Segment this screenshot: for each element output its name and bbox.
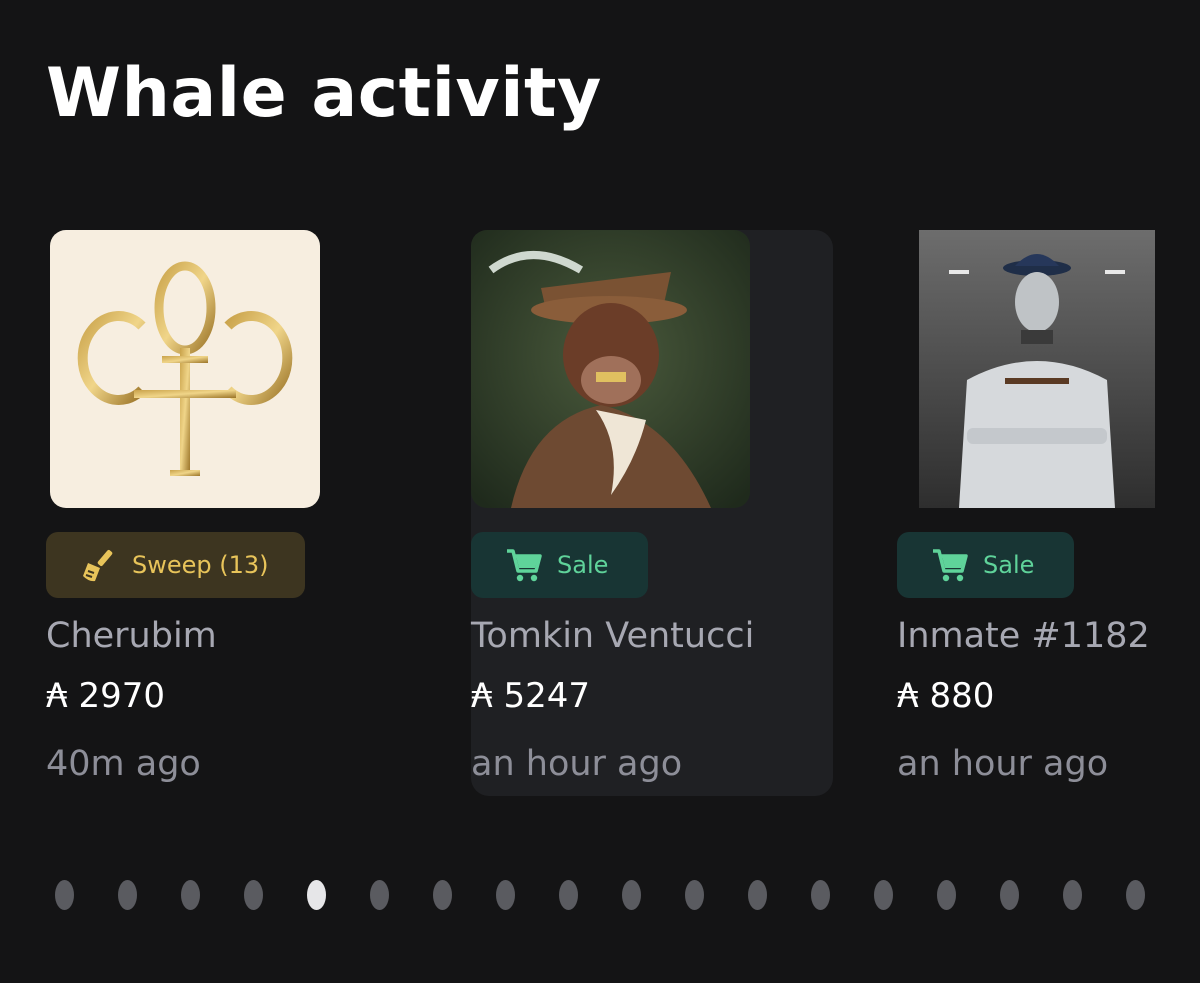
pagination-dot[interactable]	[181, 880, 200, 910]
page-title: Whale activity	[46, 54, 602, 133]
pagination-dot[interactable]	[1126, 880, 1145, 910]
pagination-dot[interactable]	[874, 880, 893, 910]
pagination-dot[interactable]	[811, 880, 830, 910]
pagination-dot[interactable]	[1063, 880, 1082, 910]
pagination-dot[interactable]	[685, 880, 704, 910]
nft-name[interactable]: Tomkin Ventucci	[471, 616, 754, 656]
activity-card-inmate-1182[interactable]: Sale Inmate #1182 ₳ 880 an hour ago	[897, 230, 1200, 796]
pagination-dot[interactable]	[622, 880, 641, 910]
pagination-dot[interactable]	[370, 880, 389, 910]
price-value: ₳ 5247	[471, 676, 590, 716]
price-value: ₳ 880	[897, 676, 995, 716]
pagination-dot[interactable]	[496, 880, 515, 910]
badge-label: Sweep (13)	[132, 551, 269, 579]
ape-portrait-image	[471, 230, 750, 508]
pagination-dot[interactable]	[559, 880, 578, 910]
badge-label: Sale	[983, 551, 1035, 579]
pagination-dot[interactable]	[748, 880, 767, 910]
sale-badge: Sale	[897, 532, 1074, 598]
activity-card-tomkin-ventucci[interactable]: Sale Tomkin Ventucci ₳ 5247 an hour ago	[471, 230, 833, 796]
nft-thumbnail-inmate-1182[interactable]	[919, 230, 1155, 508]
timestamp: an hour ago	[897, 744, 1109, 784]
pagination-dot[interactable]	[307, 880, 326, 910]
pagination-dot[interactable]	[433, 880, 452, 910]
whale-activity-screen: Whale activity Sweep (13) Cherubim ₳ 297…	[0, 0, 1200, 983]
sweep-badge: Sweep (13)	[46, 532, 305, 598]
nft-thumbnail-cherubim[interactable]	[50, 230, 320, 508]
pagination-dot[interactable]	[55, 880, 74, 910]
price-value: ₳ 2970	[46, 676, 165, 716]
nft-name[interactable]: Inmate #1182	[897, 616, 1150, 656]
timestamp: an hour ago	[471, 744, 683, 784]
timestamp: 40m ago	[46, 744, 201, 784]
broom-icon	[80, 546, 118, 584]
cart-icon	[931, 546, 969, 584]
pagination-dot[interactable]	[937, 880, 956, 910]
sale-badge: Sale	[471, 532, 648, 598]
nft-name[interactable]: Cherubim	[46, 616, 217, 656]
badge-label: Sale	[557, 551, 609, 579]
pagination-dot[interactable]	[1000, 880, 1019, 910]
cherubim-logo-image	[50, 230, 320, 508]
pagination-dot[interactable]	[118, 880, 137, 910]
inmate-portrait-image	[919, 230, 1155, 508]
pagination-dot[interactable]	[244, 880, 263, 910]
cart-icon	[505, 546, 543, 584]
activity-card-cherubim[interactable]: Sweep (13) Cherubim ₳ 2970 40m ago	[46, 230, 408, 796]
nft-thumbnail-tomkin-ventucci[interactable]	[471, 230, 750, 508]
carousel-pagination	[55, 880, 1155, 912]
